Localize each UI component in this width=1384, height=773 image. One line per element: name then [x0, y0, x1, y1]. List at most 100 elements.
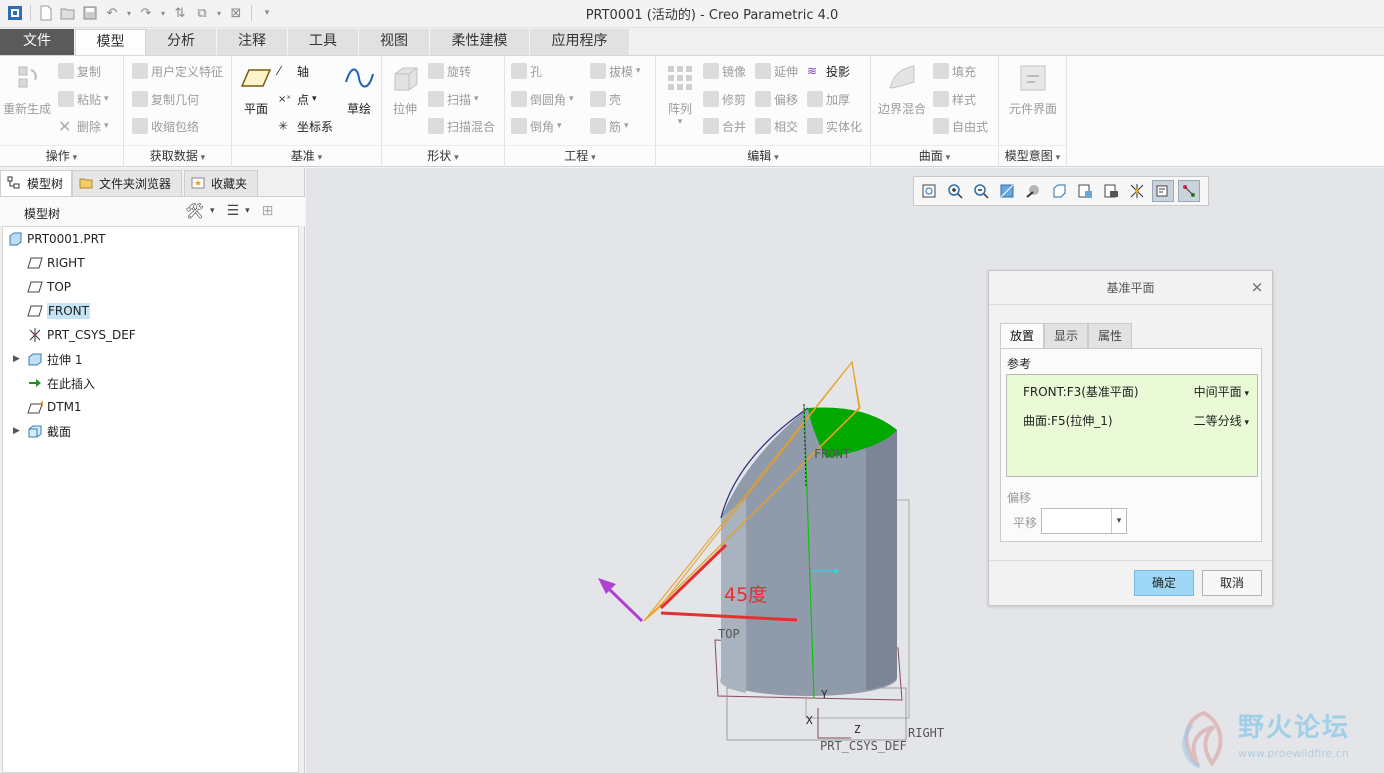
- expand-arrow-icon[interactable]: ▶: [13, 426, 23, 436]
- tree-settings-dropdown-icon[interactable]: ▾: [210, 206, 215, 216]
- tree-item-right[interactable]: RIGHT: [27, 253, 85, 273]
- rib-button[interactable]: 筋 ▾: [590, 117, 629, 135]
- tree-item-top[interactable]: TOP: [27, 277, 71, 297]
- swept-blend-button[interactable]: 扫描混合: [428, 117, 495, 135]
- tab-placement[interactable]: 放置: [1000, 323, 1044, 348]
- datum-display-filters-icon[interactable]: [1126, 180, 1148, 202]
- tree-columns-icon[interactable]: ☰: [227, 203, 240, 219]
- tree-item-front[interactable]: FRONT: [27, 301, 90, 321]
- tab-analysis[interactable]: 分析: [146, 29, 217, 55]
- direction-arrow-icon[interactable]: [604, 584, 644, 623]
- group-label-operations[interactable]: 操作: [0, 145, 123, 165]
- refit-icon[interactable]: [918, 180, 940, 202]
- ok-button[interactable]: 确定: [1134, 570, 1194, 596]
- group-label-engineering[interactable]: 工程: [505, 145, 655, 165]
- shrinkwrap-button[interactable]: 收缩包络: [132, 117, 199, 135]
- copy-geometry-button[interactable]: 复制几何: [132, 90, 199, 108]
- spin-center-icon[interactable]: [1178, 180, 1200, 202]
- group-label-model-intent[interactable]: 模型意图: [999, 145, 1066, 165]
- repaint-icon[interactable]: [996, 180, 1018, 202]
- tab-display[interactable]: 显示: [1044, 323, 1088, 348]
- sketch-button[interactable]: 草绘: [340, 62, 378, 117]
- boundary-blend-button[interactable]: 边界混合: [875, 62, 929, 117]
- extend-button[interactable]: 延伸: [755, 62, 798, 80]
- tab-annotate[interactable]: 注释: [217, 29, 288, 55]
- saved-orientations-icon[interactable]: [1048, 180, 1070, 202]
- extrude-button[interactable]: 拉伸: [386, 62, 424, 117]
- reference-row[interactable]: FRONT:F3(基准平面) 中间平面: [1023, 383, 1249, 401]
- reference-constraint-dropdown[interactable]: 中间平面: [1194, 383, 1249, 400]
- intersect-button[interactable]: 相交: [755, 117, 798, 135]
- pattern-button[interactable]: 阵列 ▾: [660, 62, 700, 127]
- delete-button[interactable]: ✕ 删除 ▾: [58, 117, 109, 136]
- freestyle-button[interactable]: 自由式: [933, 117, 988, 135]
- tree-item-section[interactable]: ▶ 截面: [13, 421, 71, 441]
- chevron-down-icon[interactable]: ▾: [1111, 509, 1126, 533]
- translation-input[interactable]: ▾: [1041, 508, 1127, 534]
- tab-favorites[interactable]: 收藏夹: [184, 170, 258, 196]
- reference-constraint-dropdown[interactable]: 二等分线: [1194, 412, 1249, 429]
- regenerate-button[interactable]: 重新生成: [2, 62, 52, 117]
- cancel-button[interactable]: 取消: [1202, 570, 1262, 596]
- references-list[interactable]: FRONT:F3(基准平面) 中间平面 曲面:F5(拉伸_1) 二等分线: [1006, 374, 1258, 477]
- udf-button[interactable]: 用户定义特征: [132, 62, 223, 80]
- chamfer-button[interactable]: 倒角 ▾: [511, 117, 562, 135]
- paste-button[interactable]: 粘贴 ▾: [58, 90, 109, 108]
- offset-button[interactable]: 偏移: [755, 90, 798, 108]
- sweep-button[interactable]: 扫描 ▾: [428, 90, 479, 108]
- style-button[interactable]: 样式: [933, 90, 976, 108]
- tab-model[interactable]: 模型: [75, 29, 146, 55]
- thicken-button[interactable]: 加厚: [807, 90, 850, 108]
- view-manager-icon[interactable]: [1074, 180, 1096, 202]
- csys-button[interactable]: ✳ 坐标系: [278, 117, 333, 135]
- group-label-datum[interactable]: 基准: [232, 145, 381, 165]
- tree-item-dtm1[interactable]: ✱ DTM1: [27, 397, 82, 417]
- component-interface-button[interactable]: 元件界面: [1003, 62, 1063, 117]
- project-button[interactable]: ≋ 投影: [807, 62, 850, 80]
- tree-item-prt-csys-def[interactable]: PRT_CSYS_DEF: [27, 325, 136, 345]
- group-label-editing[interactable]: 编辑: [656, 145, 870, 165]
- tab-file[interactable]: 文件: [0, 29, 75, 55]
- tree-item-prt0001[interactable]: PRT0001.PRT: [7, 229, 105, 249]
- group-label-surfaces[interactable]: 曲面: [871, 145, 998, 165]
- revolve-button[interactable]: 旋转: [428, 62, 471, 80]
- axis-button[interactable]: ⁄ 轴: [278, 62, 309, 80]
- group-label-shapes[interactable]: 形状: [382, 145, 504, 165]
- tree-item-insert-here[interactable]: 在此插入: [27, 373, 95, 393]
- solidify-button[interactable]: 实体化: [807, 117, 862, 135]
- draft-button[interactable]: 拔模 ▾: [590, 62, 641, 80]
- fill-button[interactable]: 填充: [933, 62, 976, 80]
- close-icon[interactable]: ×: [1250, 280, 1264, 295]
- tree-settings-icon[interactable]: 🛠: [185, 202, 204, 220]
- expand-arrow-icon[interactable]: ▶: [13, 354, 23, 364]
- zoom-out-icon[interactable]: [970, 180, 992, 202]
- merge-button[interactable]: 合并: [703, 117, 746, 135]
- perspective-view-icon[interactable]: [1100, 180, 1122, 202]
- hole-button[interactable]: 孔: [511, 62, 542, 80]
- round-button[interactable]: 倒圆角 ▾: [511, 90, 574, 108]
- trim-button[interactable]: 修剪: [703, 90, 746, 108]
- annotation-display-icon[interactable]: [1152, 180, 1174, 202]
- display-style-icon[interactable]: [1022, 180, 1044, 202]
- tab-applications[interactable]: 应用程序: [530, 29, 630, 55]
- tab-view[interactable]: 视图: [359, 29, 430, 55]
- tree-columns-dropdown-icon[interactable]: ▾: [245, 206, 250, 216]
- tab-flexible-modeling[interactable]: 柔性建模: [430, 29, 530, 55]
- copy-button[interactable]: 复制: [58, 62, 101, 80]
- mirror-button[interactable]: 镜像: [703, 62, 746, 80]
- zoom-in-icon[interactable]: [944, 180, 966, 202]
- point-button[interactable]: ×ˣ 点 ▾: [278, 90, 317, 108]
- tree-filter-icon[interactable]: ⊞: [262, 203, 274, 219]
- group-label-get-data[interactable]: 获取数据: [124, 145, 231, 165]
- tab-properties[interactable]: 属性: [1088, 323, 1132, 348]
- favorites-icon: [191, 177, 205, 189]
- tab-tools[interactable]: 工具: [288, 29, 359, 55]
- reference-row[interactable]: 曲面:F5(拉伸_1) 二等分线: [1023, 412, 1249, 430]
- plane-button[interactable]: 平面: [236, 62, 276, 117]
- tab-folder-browser[interactable]: 文件夹浏览器: [72, 170, 182, 196]
- tree-item-extrude-1[interactable]: ▶ 拉伸 1: [13, 349, 82, 369]
- shell-button[interactable]: 壳: [590, 90, 621, 108]
- freestyle-label: 自由式: [952, 119, 989, 134]
- dimension-handle[interactable]: [834, 569, 838, 573]
- tab-model-tree[interactable]: 模型树: [0, 170, 72, 196]
